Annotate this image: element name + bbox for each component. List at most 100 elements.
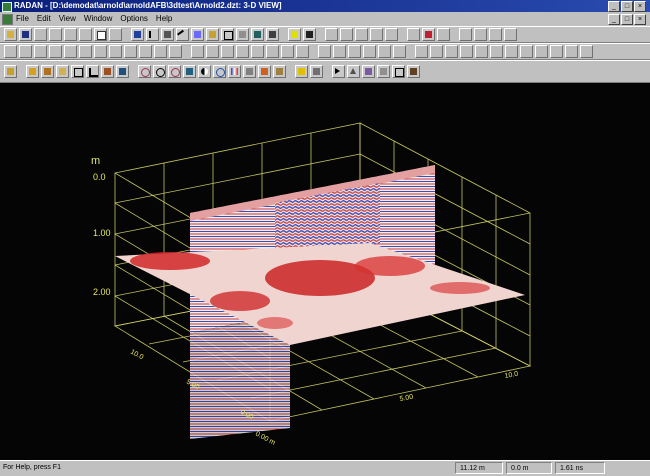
contrast-icon[interactable] [198, 65, 211, 78]
display-icon[interactable] [251, 28, 264, 41]
gain-3-icon[interactable] [348, 45, 361, 58]
color-table-icon[interactable] [228, 65, 241, 78]
menu-edit[interactable]: Edit [37, 12, 51, 25]
layout-icon[interactable] [4, 65, 17, 78]
refresh-icon[interactable] [213, 65, 226, 78]
xy-plane-icon[interactable] [392, 65, 405, 78]
minimize-button[interactable]: _ [608, 1, 620, 12]
gain-1-icon[interactable] [318, 45, 331, 58]
edit-5-icon[interactable] [475, 45, 488, 58]
filter-4-icon[interactable] [236, 45, 249, 58]
shading-icon[interactable] [310, 65, 323, 78]
filter-6-icon[interactable] [266, 45, 279, 58]
play-animation-icon[interactable] [332, 65, 345, 78]
overlay-view-icon[interactable] [161, 28, 174, 41]
process-5-icon[interactable] [64, 45, 77, 58]
close-button[interactable]: × [634, 1, 646, 12]
print-preview-icon[interactable] [94, 28, 107, 41]
stop-icon[interactable] [370, 28, 383, 41]
process-12-icon[interactable] [169, 45, 182, 58]
table-icon[interactable] [459, 28, 472, 41]
palette-icon[interactable] [258, 65, 271, 78]
zoom-out-icon[interactable] [168, 65, 181, 78]
crosshair-icon[interactable] [71, 65, 84, 78]
gain-4-icon[interactable] [363, 45, 376, 58]
edit-6-icon[interactable] [490, 45, 503, 58]
waveform-icon[interactable] [176, 28, 189, 42]
edit-7-icon[interactable] [505, 45, 518, 58]
3d-view-panel[interactable]: m 0.0 1.00 2.00 10.0 5.00 0.00 5.00 10.0… [0, 83, 650, 460]
print-icon[interactable] [79, 28, 92, 41]
cube-top-icon[interactable] [56, 65, 69, 78]
filter-1-icon[interactable] [191, 45, 204, 58]
report-icon[interactable] [474, 28, 487, 41]
process-9-icon[interactable] [124, 45, 137, 58]
axis-icon[interactable] [86, 65, 99, 78]
process-3-icon[interactable] [34, 45, 47, 58]
lighting-icon[interactable] [295, 65, 308, 78]
edit-4-icon[interactable] [460, 45, 473, 58]
process-4-icon[interactable] [49, 45, 62, 58]
document-close-button[interactable]: × [634, 14, 646, 25]
cut-icon[interactable] [34, 28, 47, 41]
process-6-icon[interactable] [79, 45, 92, 58]
grid-view-icon[interactable] [221, 28, 234, 41]
zoom-in-icon[interactable] [153, 65, 166, 78]
edit-8-icon[interactable] [520, 45, 533, 58]
move-left-icon[interactable] [325, 28, 338, 41]
edit-1-icon[interactable] [415, 45, 428, 58]
menu-options[interactable]: Options [120, 12, 148, 25]
rotate-icon[interactable] [138, 65, 151, 78]
pan-icon[interactable] [183, 65, 196, 78]
process-7-icon[interactable] [94, 45, 107, 58]
menu-window[interactable]: Window [84, 12, 112, 25]
edit-12-icon[interactable] [580, 45, 593, 58]
menu-file[interactable]: File [16, 12, 29, 25]
settings-icon[interactable] [504, 28, 517, 41]
filter-7-icon[interactable] [281, 45, 294, 58]
copy-icon[interactable] [49, 28, 62, 41]
help-icon[interactable] [288, 28, 301, 41]
marker-icon[interactable] [437, 28, 450, 41]
record-stop-icon[interactable] [422, 28, 435, 41]
texture-icon[interactable] [273, 65, 286, 78]
edit-2-icon[interactable] [430, 45, 443, 58]
wiggle-view-icon[interactable] [146, 28, 159, 41]
move-right-icon[interactable] [340, 28, 353, 41]
pause-icon[interactable] [385, 28, 398, 41]
cube-front-icon[interactable] [26, 65, 39, 78]
cross-section-icon[interactable] [362, 65, 375, 78]
menu-help[interactable]: Help [156, 12, 172, 25]
process-11-icon[interactable] [154, 45, 167, 58]
maximize-button[interactable]: □ [621, 1, 633, 12]
edit-9-icon[interactable] [535, 45, 548, 58]
edit-11-icon[interactable] [565, 45, 578, 58]
process-10-icon[interactable] [139, 45, 152, 58]
export-icon[interactable] [266, 28, 279, 41]
context-help-icon[interactable] [303, 28, 316, 41]
open-file-icon[interactable] [4, 28, 17, 41]
save-file-icon[interactable] [19, 28, 32, 41]
process-1-icon[interactable] [4, 45, 17, 58]
document-icon[interactable] [2, 14, 13, 25]
document-minimize-button[interactable]: _ [608, 14, 620, 25]
filter-8-icon[interactable] [296, 45, 309, 58]
gain-6-icon[interactable] [393, 45, 406, 58]
brush-icon[interactable] [407, 65, 420, 78]
document-restore-button[interactable]: □ [621, 14, 633, 25]
opacity-icon[interactable] [243, 65, 256, 78]
menu-view[interactable]: View [59, 12, 76, 25]
filter-5-icon[interactable] [251, 45, 264, 58]
slice-y-icon[interactable] [116, 65, 129, 78]
process-8-icon[interactable] [109, 45, 122, 58]
record-icon[interactable] [407, 28, 420, 41]
filter-3-icon[interactable] [221, 45, 234, 58]
filter-2-icon[interactable] [206, 45, 219, 58]
gain-2-icon[interactable] [333, 45, 346, 58]
edit-10-icon[interactable] [550, 45, 563, 58]
paste-icon[interactable] [64, 28, 77, 41]
linescan-view-icon[interactable] [131, 28, 144, 41]
undo-icon[interactable] [109, 28, 122, 41]
mirror-icon[interactable] [377, 65, 390, 78]
layers-icon[interactable] [489, 28, 502, 41]
